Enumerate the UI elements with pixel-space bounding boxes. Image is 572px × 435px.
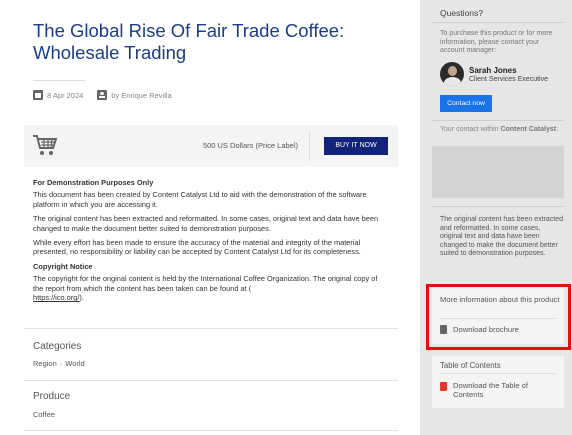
description: For Demonstration Purposes Only This doc… xyxy=(33,178,383,307)
purchase-bar: 500 US Dollars (Price Label) BUY IT NOW xyxy=(24,125,398,167)
sidebar-divider xyxy=(432,22,564,23)
copyright-paragraph: The copyright for the original content i… xyxy=(33,274,383,302)
page-title: The Global Rise Of Fair Trade Coffee: Wh… xyxy=(33,20,345,63)
manager-name: Sarah Jones xyxy=(469,66,517,75)
within-company: Content Catalyst xyxy=(500,126,557,133)
copyright-text: The copyright for the original content i… xyxy=(33,274,378,293)
contact-now-button[interactable]: Contact now xyxy=(440,95,492,112)
section-divider xyxy=(24,430,398,431)
price-label: 500 US Dollars (Price Label) xyxy=(202,141,298,150)
description-paragraph: The original content has been extracted … xyxy=(33,214,379,233)
copyright-text-end: ). xyxy=(79,293,84,303)
section-divider xyxy=(24,380,398,381)
copyright-heading: Copyright Notice xyxy=(33,261,93,271)
demo-heading: For Demonstration Purposes Only xyxy=(33,178,154,187)
sidebar-note: The original content has been extracted … xyxy=(440,216,563,257)
ico-link[interactable]: https://ico.org/ xyxy=(33,293,79,302)
within-suffix: : xyxy=(556,126,559,133)
produce-value[interactable]: Coffee xyxy=(33,410,55,419)
produce-title: Produce xyxy=(33,391,71,402)
buy-it-now-button[interactable]: BUY IT NOW xyxy=(324,137,388,155)
download-toc-link[interactable]: Download the Table of Contents xyxy=(440,381,560,399)
within-prefix: Your contact within xyxy=(440,126,501,133)
category-world[interactable]: World xyxy=(65,359,84,368)
manager-role: Client Services Executive xyxy=(469,76,548,83)
highlight-box xyxy=(426,284,571,350)
download-toc-label: Download the Table of Contents xyxy=(453,381,529,399)
sidebar-divider xyxy=(432,206,564,207)
publish-date: 8 Apr 2024 xyxy=(47,90,84,100)
avatar xyxy=(440,62,464,86)
article-meta: 8 Apr 2024 by Enrique Revilla xyxy=(33,90,172,100)
shopping-cart-icon xyxy=(33,135,58,155)
section-divider xyxy=(24,328,398,329)
sidebar-divider xyxy=(432,120,564,121)
toc-title: Table of Contents xyxy=(440,361,501,370)
contact-placeholder xyxy=(432,146,564,198)
description-paragraph: While every effort has been made to ensu… xyxy=(33,238,361,257)
category-region[interactable]: Region xyxy=(33,359,57,368)
categories-title: Categories xyxy=(33,341,82,352)
title-divider xyxy=(33,80,85,81)
categories-breadcrumb: Region › World xyxy=(33,359,85,368)
contact-within: Your contact within Content Catalyst: xyxy=(440,126,562,135)
pdf-icon xyxy=(440,382,447,391)
questions-text: To purchase this product or for more inf… xyxy=(440,30,553,54)
card-divider xyxy=(440,373,556,374)
chevron-right-icon: › xyxy=(59,359,63,368)
questions-title: Questions? xyxy=(440,8,483,18)
calendar-icon xyxy=(33,90,43,100)
author: by Enrique Revilla xyxy=(111,90,172,100)
purchase-divider xyxy=(309,131,310,161)
description-paragraph: This document has been created by Conten… xyxy=(33,190,367,209)
author-icon xyxy=(97,90,108,100)
